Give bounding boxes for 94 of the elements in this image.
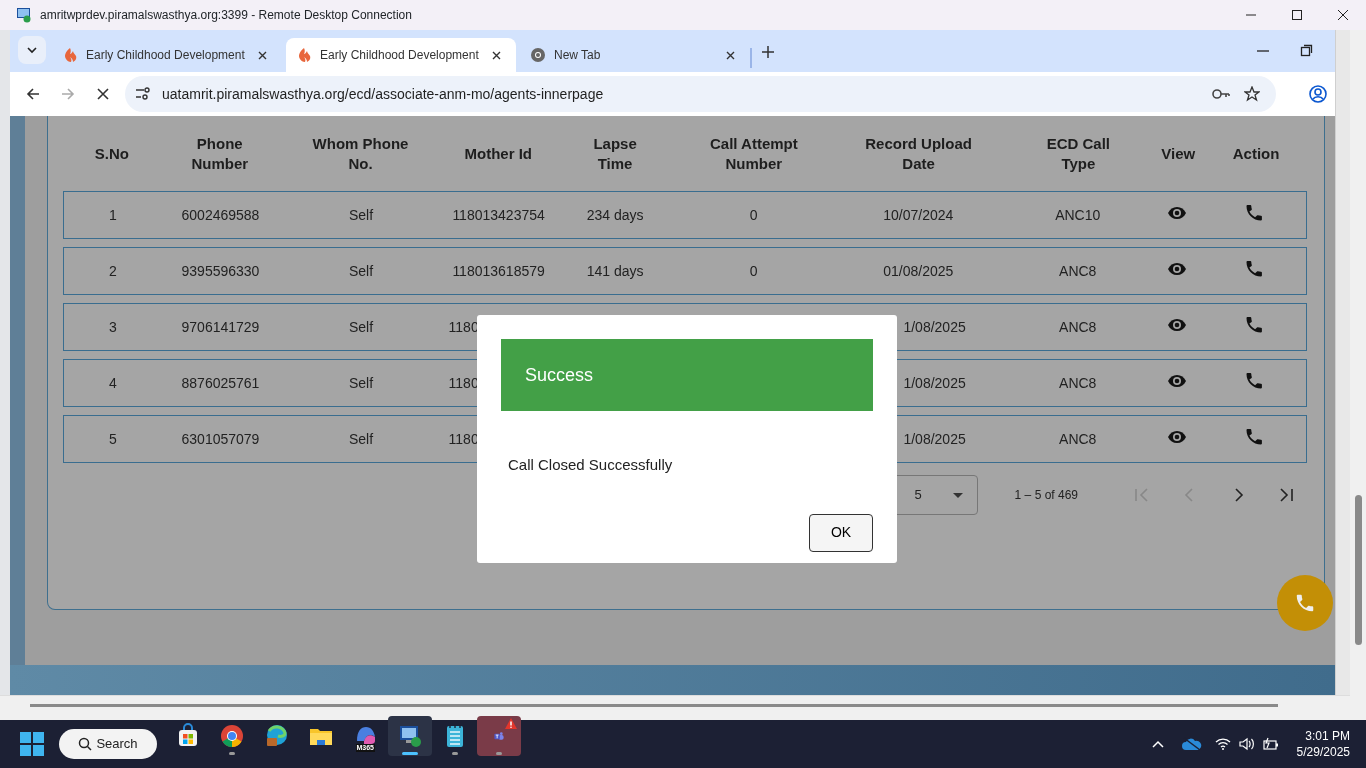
globe-logo-icon (530, 47, 546, 63)
remote-desktop-icon (397, 723, 423, 749)
table-cell: 9395596330 (181, 262, 260, 279)
chevron-up-icon[interactable] (1151, 740, 1164, 748)
search-field[interactable]: Search (59, 729, 157, 759)
tab-list-icon[interactable] (18, 36, 46, 64)
table-cell: Self (348, 262, 374, 279)
tab-close-icon[interactable] (491, 49, 502, 61)
tab-close-icon[interactable] (725, 49, 736, 61)
bookmark-star-icon[interactable] (1244, 86, 1260, 102)
horizontal-scrollbar[interactable] (0, 695, 1350, 720)
dropdown-caret-icon (952, 492, 963, 498)
warning-icon (505, 718, 517, 729)
column-header: Record Upload Date (864, 134, 973, 173)
table-cell: ANC8 (1059, 262, 1097, 279)
column-header: Call Attempt Number (709, 134, 799, 173)
search-icon (78, 737, 93, 751)
tab-close-icon[interactable] (257, 49, 268, 61)
table-cell-text: 1/08/2025 (902, 429, 966, 449)
time-text: 3:01 PM (1305, 727, 1350, 744)
table-cell: 0 (749, 206, 758, 223)
vertical-scrollbar[interactable] (1350, 30, 1366, 720)
table-cell: 5 (108, 430, 117, 447)
browser-tab[interactable]: Early Childhood Development (52, 38, 282, 72)
phone-icon (1294, 592, 1316, 614)
table-cell-text: 1/08/2025 (902, 317, 966, 337)
running-indicator (451, 752, 458, 755)
table-cell: ANC10 (1055, 206, 1101, 223)
cloud-icon[interactable] (1181, 737, 1202, 751)
site-info-icon[interactable] (135, 87, 151, 101)
table-cell: 3 (108, 318, 117, 335)
table-cell: 10/07/2024 (883, 206, 954, 223)
column-header: Mother Id (464, 143, 533, 164)
page-range-text: 1 – 5 of 469 (1014, 487, 1078, 504)
taskbar-app-button[interactable] (388, 716, 432, 756)
window-title: amritwprdev.piramalswasthya.org:3399 - Remote Desktop Connection (40, 7, 412, 24)
table-cell: ANC8 (1059, 430, 1097, 447)
back-icon[interactable] (25, 86, 41, 102)
chrome-logo-icon (219, 723, 245, 749)
table-cell: 01/08/2025 (883, 262, 954, 279)
column-header: Lapse Time (592, 134, 638, 173)
column-header: Whom Phone No. (311, 134, 410, 173)
column-header: View (1161, 143, 1196, 164)
clock[interactable]: 3:01 PM 5/29/2025 (1296, 727, 1350, 761)
address-bar[interactable]: uatamrit.piramalswasthya.org/ecd/associate-anm-mo/agents-innerpage (125, 76, 1276, 112)
table-cell: Self (348, 374, 374, 391)
table-cell: 118013618579 (452, 262, 545, 279)
table-cell: 8876025761 (181, 374, 260, 391)
date-text: 5/29/2025 (1296, 744, 1350, 761)
table-cell: Self (348, 318, 374, 335)
wifi-icon[interactable] (1214, 738, 1231, 750)
stop-loading-icon[interactable] (96, 87, 110, 101)
running-indicator (229, 752, 235, 755)
table-cell: ANC8 (1059, 374, 1097, 391)
key-icon[interactable] (1212, 88, 1230, 100)
tab-title: Early Childhood Development (320, 47, 479, 64)
tab-separator (750, 48, 752, 68)
running-indicator (402, 752, 418, 755)
table-cell: 6301057079 (181, 430, 260, 447)
table-cell: 1 (108, 206, 117, 223)
volume-icon[interactable] (1238, 737, 1255, 751)
flame-logo-icon (296, 47, 312, 63)
profile-icon[interactable] (1309, 85, 1327, 103)
url-text: uatamrit.piramalswasthya.org/ecd/associate-anm-mo/agents-innerpage (162, 84, 604, 104)
browser-tab[interactable]: New Tab (520, 38, 750, 72)
table-cell: 4 (108, 374, 117, 391)
battery-icon[interactable] (1262, 737, 1279, 751)
table-cell: 0 (749, 262, 758, 279)
column-header: Action (1232, 143, 1280, 164)
table-cell: 2 (108, 262, 117, 279)
start-icon[interactable] (20, 732, 44, 756)
dialog-title: Success (525, 363, 594, 387)
table-cell: ANC8 (1059, 318, 1097, 335)
table-cell: Self (348, 206, 374, 223)
browser-tab[interactable]: Early Childhood Development (286, 38, 516, 72)
table-cell: 6002469588 (181, 206, 260, 223)
dialog-message: Call Closed Successfully (508, 455, 674, 475)
ok-button[interactable]: OK (809, 513, 873, 552)
last-page-icon[interactable] (1277, 486, 1295, 504)
tab-title: New Tab (554, 47, 601, 64)
running-indicator (496, 752, 502, 755)
table-cell: 9706141729 (181, 318, 260, 335)
column-header: ECD Call Type (1045, 134, 1112, 173)
tab-title: Early Childhood Development (86, 47, 245, 64)
table-cell: 141 days (586, 262, 644, 279)
table-cell: 234 days (586, 206, 644, 223)
table-cell: Self (348, 430, 374, 447)
column-header: S.No (94, 143, 129, 164)
remote-desktop-icon (16, 7, 32, 23)
table-cell: 118013423754 (452, 206, 545, 223)
column-header: Phone Number (190, 134, 250, 173)
flame-logo-icon (62, 47, 78, 63)
table-cell-text: 1/08/2025 (902, 373, 966, 393)
new-tab-icon[interactable] (761, 45, 775, 59)
